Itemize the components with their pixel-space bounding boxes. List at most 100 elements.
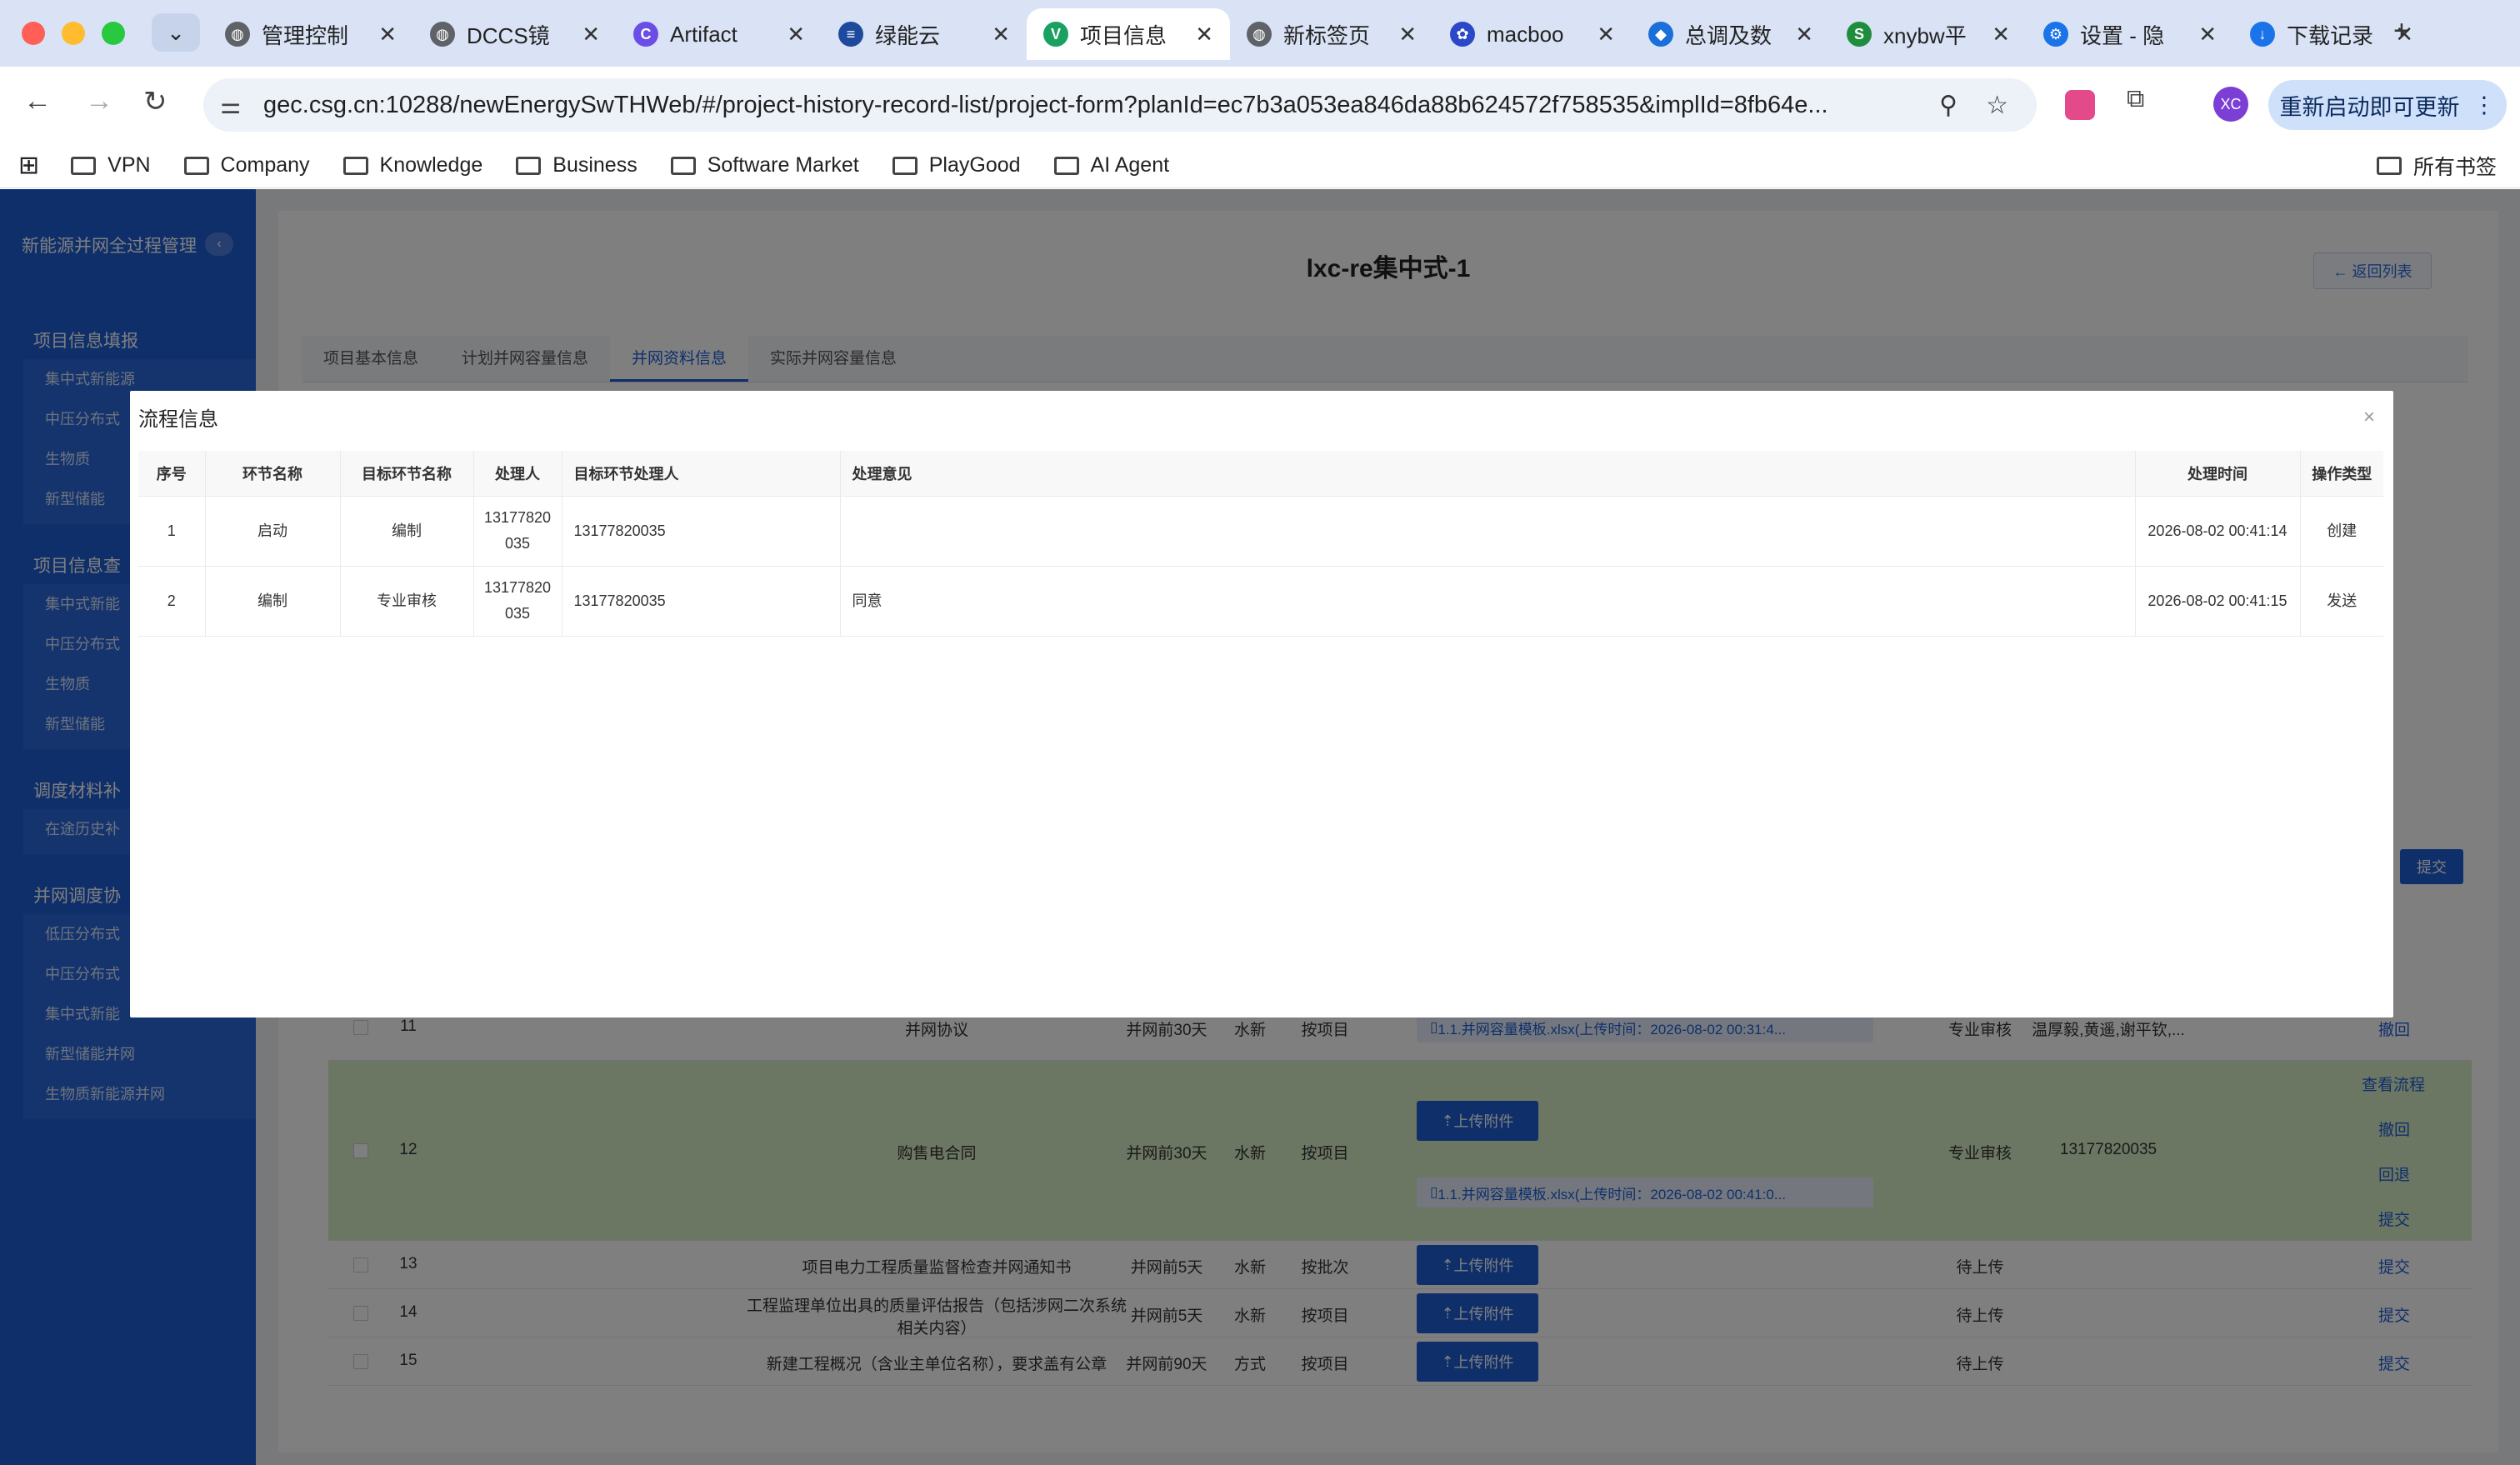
browser-tab[interactable]: ◍ 新标签页 ✕ — [1230, 8, 1433, 60]
browser-tab-strip: ⌄ ◍ 管理控制 ✕ ◍ DCCS镜 ✕ C Artifact ✕ ≡ 绿能云 ✕ V 项目信息 ✕ ◍ 新标签… — [0, 0, 2520, 67]
cell-target-handler: 13177820035 — [562, 566, 841, 637]
folder-icon — [71, 156, 97, 175]
tab-list: ◍ 管理控制 ✕ ◍ DCCS镜 ✕ C Artifact ✕ ≡ 绿能云 ✕ V 项目信息 ✕ ◍ 新标签页 ✕… — [208, 8, 2430, 67]
tab-close-icon[interactable]: ✕ — [1398, 22, 1417, 48]
cell-handler: 13177820035 — [473, 496, 562, 567]
cell-op-type: 发送 — [2300, 566, 2383, 637]
bookmark-label: PlayGood — [928, 153, 1021, 177]
tab-title: 管理控制 — [262, 22, 349, 48]
tab-favicon-icon: ◍ — [430, 22, 455, 47]
bookmark-folder[interactable]: Business — [516, 153, 638, 178]
all-bookmarks[interactable]: 所有书签 — [2376, 151, 2497, 181]
column-header: 处理人 — [473, 451, 562, 497]
update-restart-button[interactable]: 重新启动即可更新 ⋮ — [2268, 80, 2507, 130]
cell-handler: 13177820035 — [473, 566, 562, 637]
bookmark-label: Company — [220, 153, 310, 177]
bookmark-label: Software Market — [707, 153, 859, 177]
folder-icon — [1053, 156, 1079, 175]
browser-tab[interactable]: V 项目信息 ✕ — [1027, 8, 1230, 60]
column-header: 操作类型 — [2300, 451, 2383, 497]
all-bookmarks-label: 所有书签 — [2412, 155, 2497, 179]
bookmark-folder[interactable]: Knowledge — [342, 153, 483, 178]
kebab-menu-icon: ⋮ — [2472, 92, 2496, 118]
extensions-puzzle-icon[interactable]: ⧉ — [2127, 85, 2144, 113]
tab-title: DCCS镜 — [467, 22, 550, 48]
tab-close-icon[interactable]: ✕ — [787, 22, 805, 48]
bookmark-folder[interactable]: VPN — [71, 153, 151, 178]
tab-favicon-icon: ◆ — [1648, 22, 1673, 47]
site-info-tune-icon[interactable]: ⚌ — [220, 92, 253, 119]
tab-favicon-icon: V — [1043, 22, 1068, 47]
folder-icon — [183, 156, 209, 175]
browser-tab[interactable]: C Artifact ✕ — [617, 8, 822, 60]
bookmark-label: VPN — [108, 153, 151, 177]
folder-icon — [2376, 156, 2402, 175]
flow-info-dialog: 流程信息 × 序号 环节名称 目标环节名称 处理人 目标环节处理人 处理意见 处理时间 操作类… — [130, 391, 2393, 1018]
new-tab-plus-icon[interactable]: + — [2393, 15, 2410, 48]
tab-favicon-icon: ⚙ — [2043, 22, 2068, 47]
tab-favicon-icon: ✿ — [1450, 22, 1475, 47]
tab-close-icon[interactable]: ✕ — [1992, 22, 2010, 48]
tab-title: 下载记录 — [2287, 22, 2374, 48]
column-header: 序号 — [138, 451, 206, 497]
tab-close-icon[interactable]: ✕ — [992, 22, 1010, 48]
bookmark-folder[interactable]: Company — [183, 153, 310, 178]
tab-favicon-icon: ◍ — [225, 22, 250, 47]
tab-close-icon[interactable]: ✕ — [1597, 22, 1615, 48]
tab-close-icon[interactable]: ✕ — [378, 22, 397, 48]
bookmarks-bar: ⊞ VPN Company Knowledge Business Software Ma… — [0, 143, 2520, 188]
browser-toolbar: ← → ↻ ⚌ gec.csg.cn:10288/newEnergySwTHWe… — [0, 67, 2520, 143]
table-header-row: 序号 环节名称 目标环节名称 处理人 目标环节处理人 处理意见 处理时间 操作类型 — [138, 451, 2383, 497]
browser-tab[interactable]: ◍ 管理控制 ✕ — [208, 8, 413, 60]
tab-favicon-icon: C — [633, 22, 658, 47]
bookmark-folder[interactable]: AI Agent — [1053, 153, 1169, 178]
close-icon[interactable]: × — [2363, 406, 2375, 429]
bookmark-folder[interactable]: Software Market — [670, 153, 859, 178]
cell-opinion: 同意 — [840, 566, 2136, 637]
tab-title: 绿能云 — [875, 22, 941, 48]
update-label: 重新启动即可更新 — [2279, 94, 2460, 120]
zoom-magnifier-icon[interactable]: ⚲ — [1939, 91, 1958, 120]
tab-search-chevron-icon[interactable]: ⌄ — [152, 13, 200, 52]
url-text[interactable]: gec.csg.cn:10288/newEnergySwTHWeb/#/proj… — [263, 92, 1939, 119]
tab-title: 项目信息 — [1080, 22, 1168, 48]
browser-tab[interactable]: ≡ 绿能云 ✕ — [822, 8, 1027, 60]
tab-favicon-icon: ↓ — [2250, 22, 2275, 47]
translate-extension-icon[interactable] — [2065, 90, 2095, 120]
bookmark-folder[interactable]: PlayGood — [892, 153, 1021, 178]
cell-time: 2026-08-02 00:41:14 — [2135, 496, 2301, 567]
apps-grid-icon[interactable]: ⊞ — [18, 151, 39, 180]
browser-tab[interactable]: ⚙ 设置 - 隐 ✕ — [2027, 8, 2233, 60]
tab-title: macboo — [1487, 21, 1564, 47]
browser-tab[interactable]: ◆ 总调及数 ✕ — [1632, 8, 1830, 60]
browser-tab[interactable]: ✿ macboo ✕ — [1433, 8, 1632, 60]
address-bar[interactable]: ⚌ gec.csg.cn:10288/newEnergySwTHWeb/#/pr… — [203, 78, 2037, 132]
folder-icon — [516, 156, 542, 175]
browser-tab[interactable]: ◍ DCCS镜 ✕ — [413, 8, 617, 60]
flow-table: 序号 环节名称 目标环节名称 处理人 目标环节处理人 处理意见 处理时间 操作类型 1 启动 编制… — [138, 451, 2383, 637]
tab-title: 设置 - 隐 — [2080, 22, 2165, 48]
tab-close-icon[interactable]: ✕ — [582, 22, 600, 48]
window-maximize-button[interactable] — [102, 22, 125, 45]
window-minimize-button[interactable] — [62, 22, 85, 45]
cell-target-step: 编制 — [340, 496, 474, 567]
tab-title: 总调及数 — [1685, 22, 1772, 48]
tab-favicon-icon: S — [1847, 22, 1872, 47]
cell-opinion — [840, 496, 2136, 567]
tab-title: Artifact — [670, 21, 738, 47]
tab-favicon-icon: ◍ — [1247, 22, 1272, 47]
column-header: 环节名称 — [205, 451, 341, 497]
cell-time: 2026-08-02 00:41:15 — [2135, 566, 2301, 637]
tab-close-icon[interactable]: ✕ — [1795, 22, 1813, 48]
tab-title: xnybw平 — [1883, 22, 1967, 48]
tab-close-icon[interactable]: ✕ — [2198, 22, 2217, 48]
back-arrow-icon[interactable]: ← — [23, 85, 52, 118]
forward-arrow-icon[interactable]: → — [85, 85, 113, 118]
reload-icon[interactable]: ↻ — [143, 85, 168, 118]
browser-tab[interactable]: Sxnybw平 ✕ — [1830, 8, 2027, 60]
bookmark-label: Knowledge — [379, 153, 483, 177]
tab-close-icon[interactable]: ✕ — [1195, 22, 1213, 48]
bookmark-star-icon[interactable]: ☆ — [1986, 91, 2008, 120]
window-close-button[interactable] — [22, 22, 45, 45]
profile-avatar[interactable]: XC — [2213, 87, 2248, 122]
